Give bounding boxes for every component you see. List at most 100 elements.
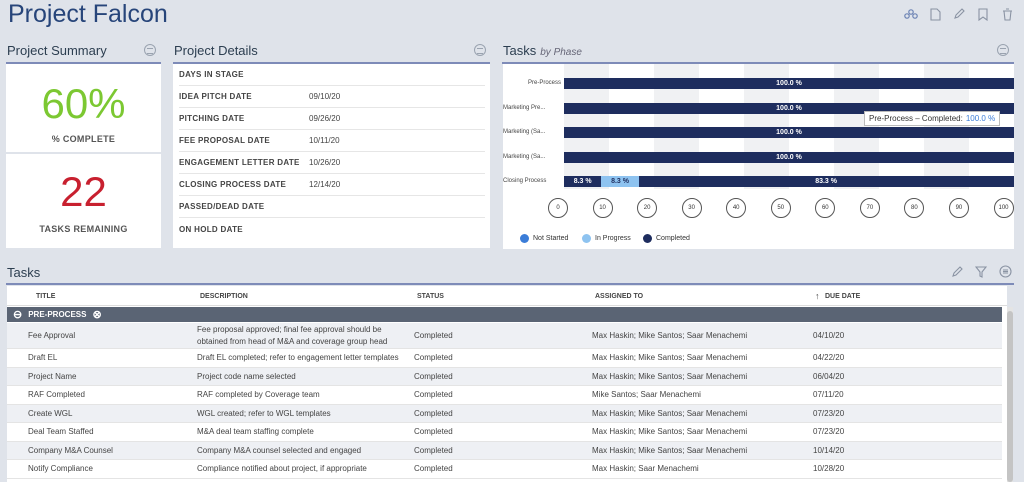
bar-in-progress[interactable]: 8.3 % <box>601 176 639 187</box>
bar-completed[interactable]: 83.3 % <box>638 176 1014 187</box>
tasks-remaining-card: 22 TASKS REMAINING <box>6 154 161 248</box>
legend-label: In Progress <box>595 235 631 242</box>
pencil-icon[interactable] <box>951 265 963 283</box>
table-row[interactable]: Project Name Project code name selected Co… <box>7 367 1002 386</box>
tasks-toolbar <box>951 265 1012 283</box>
x-tick-label: 70 <box>859 198 880 218</box>
share-icon[interactable] <box>904 7 918 21</box>
details-title: Project Details <box>174 43 258 58</box>
scrollbar-thumb[interactable] <box>1007 311 1013 482</box>
cell-due-date: 06/04/20 <box>813 371 845 381</box>
cell-due-date: 10/14/20 <box>813 445 845 455</box>
tasks-table-title: Tasks <box>7 265 41 280</box>
tasks-divider <box>6 283 1014 285</box>
bar-not-started[interactable]: 8.3 % <box>564 176 602 187</box>
cell-status: Completed <box>414 371 453 381</box>
col-due-date[interactable]: DUE DATE <box>825 293 860 300</box>
cell-assigned: Max Haskin; Mike Santos; Saar Menachemi <box>592 445 748 455</box>
detail-row: IDEA PITCH DATE 09/10/20 <box>179 86 485 108</box>
tasks-chart-title-text: Tasks <box>503 43 537 58</box>
tasks-chart-subtitle: by Phase <box>540 47 582 58</box>
sort-arrow-icon[interactable]: ↑ <box>815 291 820 301</box>
legend-item[interactable]: Not Started <box>520 234 568 243</box>
header-toolbar <box>904 7 1014 21</box>
cell-due-date: 07/11/20 <box>813 390 844 400</box>
cell-title: Draft EL <box>28 353 58 363</box>
bar-completed[interactable]: 100.0 % <box>564 78 1014 89</box>
cell-description: Compliance notified about project, if ap… <box>197 464 367 474</box>
tasks-table: TITLE DESCRIPTION STATUS ASSIGNED TO ↑ D… <box>7 286 1007 482</box>
col-description[interactable]: DESCRIPTION <box>200 293 248 300</box>
table-header: TITLE DESCRIPTION STATUS ASSIGNED TO ↑ D… <box>7 286 1007 306</box>
x-tick-label: 20 <box>637 198 658 218</box>
bookmark-icon[interactable] <box>976 7 990 21</box>
legend-label: Not Started <box>533 235 569 242</box>
cell-assigned: Max Haskin; Mike Santos; Saar Menachemi <box>592 353 748 363</box>
percent-complete-value: 60% <box>41 80 126 127</box>
col-title[interactable]: TITLE <box>36 293 55 300</box>
x-tick-label: 30 <box>681 198 702 218</box>
detail-row: CLOSING PROCESS DATE 12/14/20 <box>179 174 485 196</box>
cell-assigned: Max Haskin; Mike Santos; Saar Menachemi <box>592 427 748 437</box>
chart-menu-icon[interactable] <box>997 44 1009 56</box>
details-menu-icon[interactable] <box>474 44 486 56</box>
group-label: PRE-PROCESS <box>28 310 87 319</box>
group-row-pre-process[interactable]: ⊖ PRE-PROCESS ⊗ <box>7 307 1002 322</box>
cell-description: Fee proposal approved; final fee approva… <box>197 325 382 334</box>
tooltip-value: 100.0 % <box>965 114 996 123</box>
detail-value: 10/26/20 <box>309 158 341 167</box>
clear-group-icon[interactable]: ⊗ <box>92 308 101 321</box>
detail-row: PASSED/DEAD DATE <box>179 196 485 218</box>
table-row[interactable]: Notify Compliance Compliance notified abo… <box>7 460 1002 479</box>
category-label: Closing Process <box>503 178 547 184</box>
cell-description: Draft EL completed; refer to engagement … <box>197 353 399 363</box>
x-tick-label: 90 <box>948 198 969 218</box>
cell-title: Project Name <box>28 371 77 381</box>
table-row[interactable]: Fee Approval Fee proposal approved; final… <box>7 323 1002 349</box>
bar-completed[interactable]: 100.0 % <box>564 151 1014 163</box>
category-label: Marketing (Sa... <box>503 129 546 135</box>
tasks-by-phase-chart: Pre-Process 100.0 % Marketing Pre... 100.0 … <box>503 64 1014 249</box>
table-row[interactable]: Create WGL WGL created; refer to WGL temp… <box>7 404 1002 423</box>
detail-label: IDEA PITCH DATE <box>179 92 252 101</box>
detail-value: 12/14/20 <box>309 180 341 189</box>
cell-description-line2: obtained from head of M&A and coverage g… <box>197 337 388 346</box>
legend-swatch <box>643 234 652 243</box>
table-scrollbar[interactable] <box>1007 307 1013 482</box>
bar-completed[interactable]: 100.0 % <box>564 127 1014 138</box>
filter-icon[interactable] <box>974 265 988 283</box>
table-row[interactable]: Draft EL Draft EL completed; refer to eng… <box>7 349 1002 368</box>
document-icon[interactable] <box>928 7 942 21</box>
category-label: Marketing Pre... <box>503 104 546 111</box>
cell-title: Notify Compliance <box>28 464 93 474</box>
trash-icon[interactable] <box>1000 7 1014 21</box>
legend-item[interactable]: In Progress <box>582 234 631 243</box>
cell-status: Completed <box>414 464 453 474</box>
col-status[interactable]: STATUS <box>417 293 444 300</box>
summary-title: Project Summary <box>7 43 107 58</box>
detail-label: ENGAGEMENT LETTER DATE <box>179 158 300 167</box>
summary-menu-icon[interactable] <box>144 44 156 56</box>
cell-assigned: Max Haskin; Saar Menachemi <box>592 464 699 474</box>
collapse-icon[interactable]: ⊖ <box>13 308 22 321</box>
percent-complete-label: % COMPLETE <box>51 134 116 144</box>
legend-item[interactable]: Completed <box>643 234 690 243</box>
category-label: Marketing (Sa... <box>503 153 546 160</box>
pencil-icon[interactable] <box>952 7 966 21</box>
table-row[interactable]: RAF Completed RAF completed by Coverage t… <box>7 386 1002 405</box>
detail-row: FEE PROPOSAL DATE 10/11/20 <box>179 130 485 152</box>
cell-description: M&A deal team staffing complete <box>197 427 314 437</box>
x-tick-label: 100 <box>993 198 1014 218</box>
table-row[interactable]: Deal Team Staffed M&A deal team staffing … <box>7 423 1002 442</box>
detail-value: 10/11/20 <box>309 136 340 145</box>
cell-title: Deal Team Staffed <box>28 427 94 437</box>
menu-icon[interactable] <box>999 265 1012 283</box>
col-assigned[interactable]: ASSIGNED TO <box>595 293 643 300</box>
cell-due-date: 10/28/20 <box>813 464 845 474</box>
details-panel: DAYS IN STAGE IDEA PITCH DATE 09/10/20 PI… <box>173 64 490 248</box>
cell-status: Completed <box>414 408 453 418</box>
cell-assigned: Mike Santos; Saar Menachemi <box>592 390 701 400</box>
legend-swatch <box>520 234 529 243</box>
table-row[interactable]: Company M&A Counsel Company M&A counsel s… <box>7 441 1002 460</box>
detail-label: PITCHING DATE <box>179 114 245 123</box>
